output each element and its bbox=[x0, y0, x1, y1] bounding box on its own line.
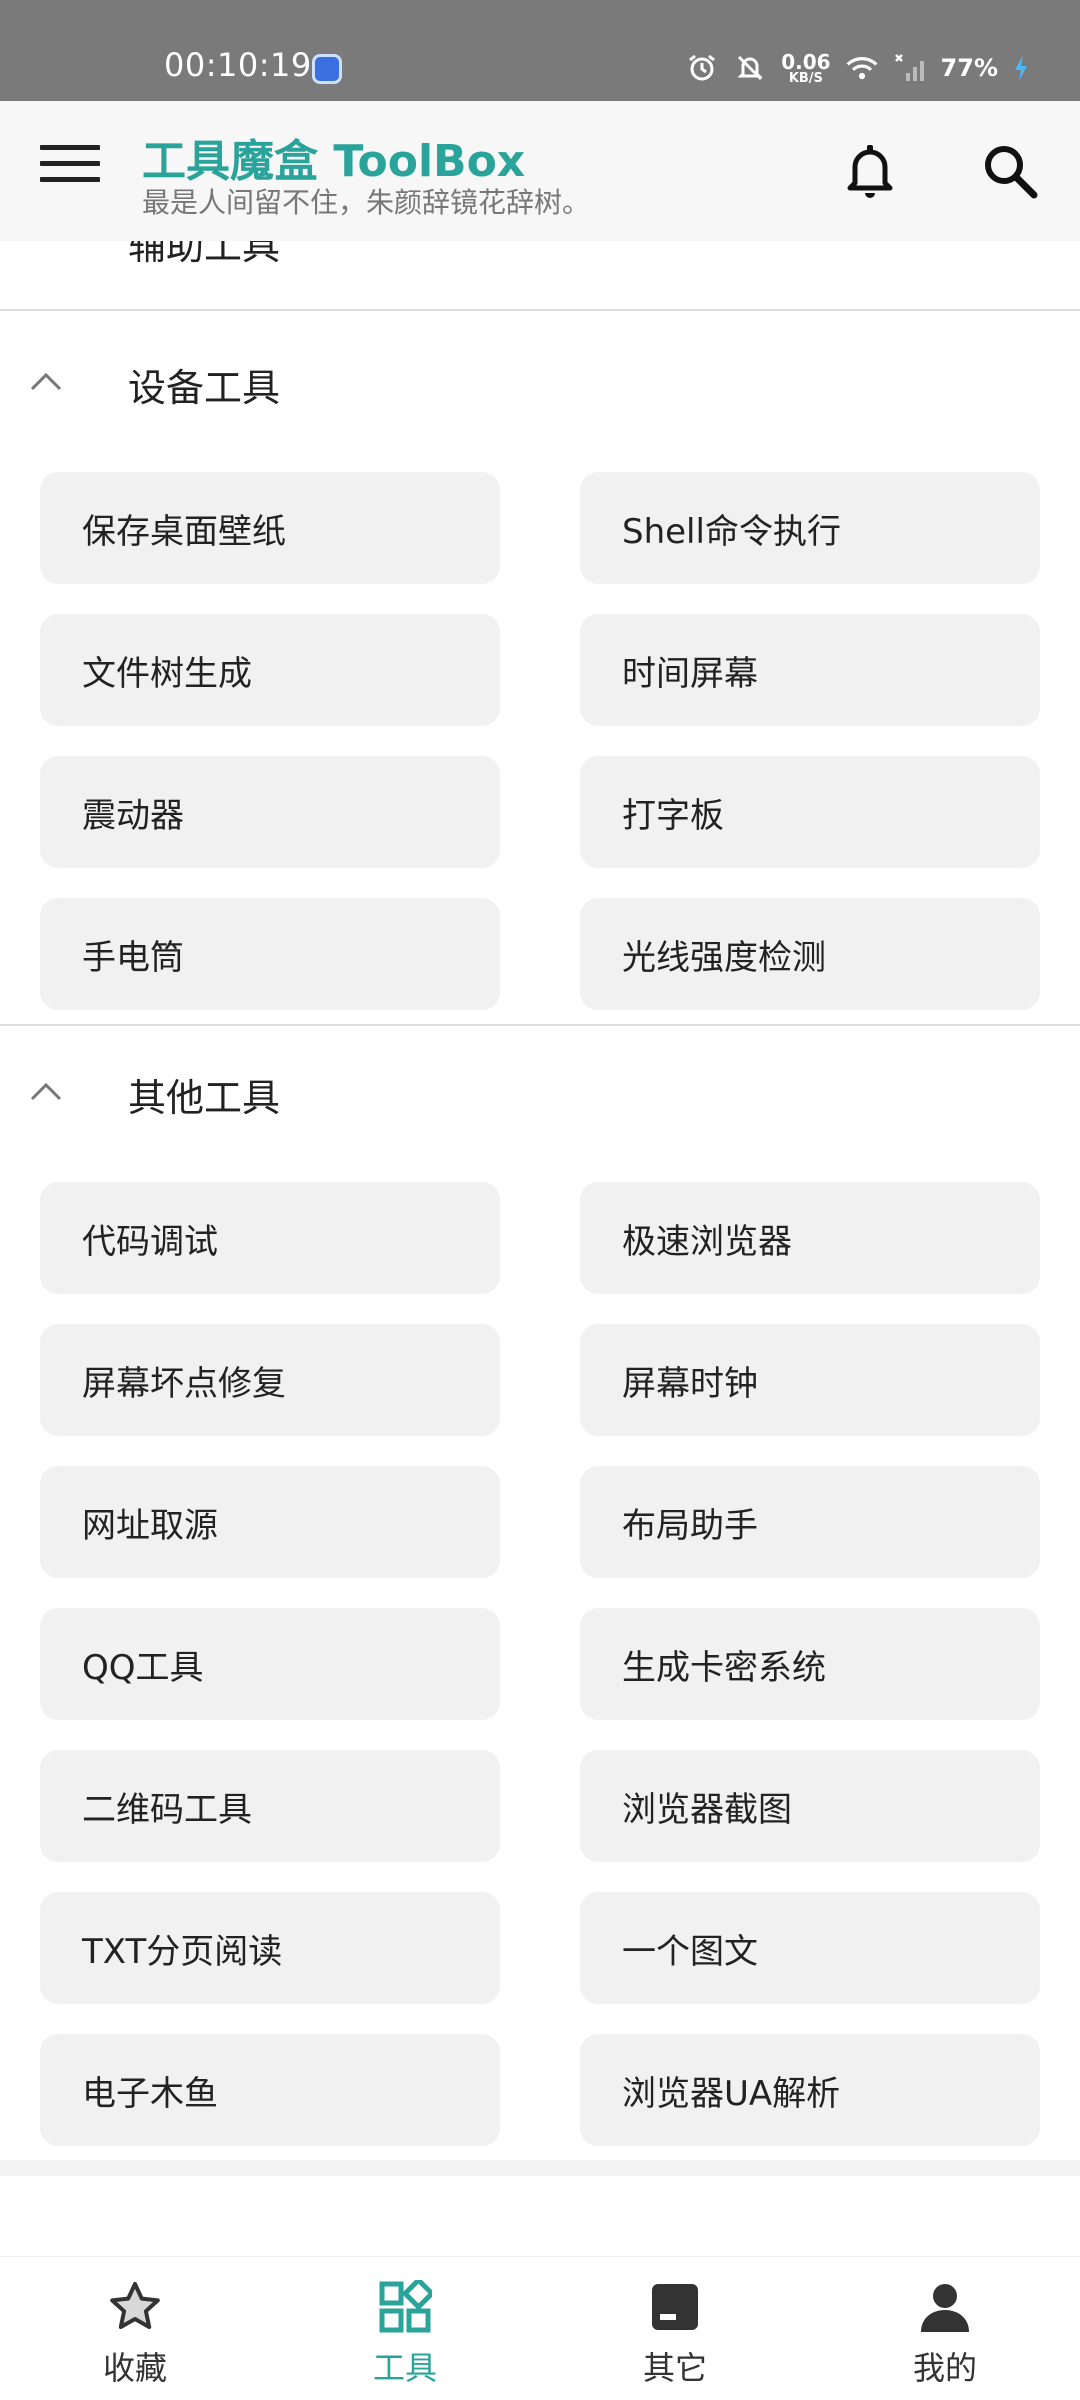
tool-button[interactable]: 生成卡密系统 bbox=[580, 1608, 1040, 1720]
tool-button[interactable]: 网址取源 bbox=[40, 1466, 500, 1578]
nav-label: 收藏 bbox=[102, 2349, 167, 2387]
chevron-down-icon bbox=[45, 241, 47, 242]
person-icon bbox=[917, 2279, 973, 2335]
grid-icon bbox=[377, 2279, 433, 2335]
section-title: 设备工具 bbox=[128, 366, 281, 410]
nav-item-other[interactable]: 其它 bbox=[540, 2257, 810, 2400]
tool-button[interactable]: 浏览器UA解析 bbox=[580, 2034, 1040, 2146]
tool-button[interactable]: 保存桌面壁纸 bbox=[40, 472, 500, 584]
nav-label: 其它 bbox=[642, 2349, 707, 2387]
card-icon bbox=[647, 2279, 703, 2335]
nav-label: 我的 bbox=[912, 2349, 977, 2387]
notification-app-icon bbox=[312, 54, 342, 84]
app-bar: 工具魔盒 ToolBox 最是人间留不住，朱颜辞镜花辞树。 bbox=[0, 101, 1080, 241]
tool-button[interactable]: 屏幕坏点修复 bbox=[40, 1324, 500, 1436]
star-icon bbox=[107, 2279, 163, 2335]
nav-item-favorites[interactable]: 收藏 bbox=[0, 2257, 270, 2400]
signal-icon bbox=[893, 51, 927, 85]
section-header-device[interactable]: 设备工具 bbox=[0, 313, 1080, 458]
tool-button[interactable]: 文件树生成 bbox=[40, 614, 500, 726]
mute-bell-icon bbox=[733, 51, 767, 85]
tool-button[interactable]: TXT分页阅读 bbox=[40, 1892, 500, 2004]
tool-button[interactable]: 时间屏幕 bbox=[580, 614, 1040, 726]
tool-button[interactable]: QQ工具 bbox=[40, 1608, 500, 1720]
nav-item-profile[interactable]: 我的 bbox=[810, 2257, 1080, 2400]
tool-button[interactable]: 光线强度检测 bbox=[580, 898, 1040, 1010]
tool-button[interactable]: 打字板 bbox=[580, 756, 1040, 868]
net-speed-unit: KB/S bbox=[788, 70, 823, 86]
net-speed-value: 0.06 bbox=[781, 49, 831, 74]
tool-button[interactable]: 震动器 bbox=[40, 756, 500, 868]
bell-icon[interactable] bbox=[840, 139, 900, 203]
tool-button[interactable]: 极速浏览器 bbox=[580, 1182, 1040, 1294]
app-subtitle: 最是人间留不住，朱颜辞镜花辞树。 bbox=[142, 186, 591, 219]
charging-icon bbox=[1012, 51, 1030, 85]
bottom-nav: 收藏 工具 其它 我的 bbox=[0, 2256, 1080, 2400]
chevron-up-icon bbox=[30, 372, 62, 391]
status-time: 00:10:19 bbox=[164, 46, 312, 84]
nav-item-tools[interactable]: 工具 bbox=[270, 2257, 540, 2400]
tool-button[interactable]: 屏幕时钟 bbox=[580, 1324, 1040, 1436]
alarm-icon bbox=[685, 51, 719, 85]
section-title: 其他工具 bbox=[128, 1076, 281, 1120]
tool-button[interactable]: 浏览器截图 bbox=[580, 1750, 1040, 1862]
tool-button[interactable]: 二维码工具 bbox=[40, 1750, 500, 1862]
tool-list[interactable]: 辅助工具 设备工具 保存桌面壁纸 Shell命令执行 文件树生成 时间屏幕 震动… bbox=[0, 241, 1080, 2176]
section-header-assist[interactable]: 辅助工具 bbox=[0, 241, 1080, 311]
tool-button[interactable]: 一个图文 bbox=[580, 1892, 1040, 2004]
app-title: 工具魔盒 ToolBox bbox=[142, 136, 526, 187]
net-speed: 0.06 KB/S bbox=[781, 52, 830, 85]
tool-button[interactable]: 布局助手 bbox=[580, 1466, 1040, 1578]
screen: 00:10:19 0.06 KB/S 77% 工具魔盒 ToolBox 最是人间… bbox=[0, 0, 1080, 2400]
status-bar: 00:10:19 0.06 KB/S 77% bbox=[0, 0, 1080, 101]
search-icon[interactable] bbox=[978, 139, 1042, 203]
menu-icon[interactable] bbox=[40, 145, 100, 197]
tool-button[interactable]: 电子木鱼 bbox=[40, 2034, 500, 2146]
chevron-up-icon bbox=[30, 1082, 62, 1101]
wifi-icon bbox=[845, 51, 879, 85]
tool-button[interactable]: 手电筒 bbox=[40, 898, 500, 1010]
status-icons: 0.06 KB/S 77% bbox=[685, 48, 1030, 88]
tool-button[interactable]: Shell命令执行 bbox=[580, 472, 1040, 584]
nav-label: 工具 bbox=[372, 2349, 437, 2387]
battery-level: 77% bbox=[940, 54, 998, 82]
section-header-other[interactable]: 其他工具 bbox=[0, 1023, 1080, 1168]
section-title: 辅助工具 bbox=[128, 241, 281, 268]
tool-button[interactable]: 代码调试 bbox=[40, 1182, 500, 1294]
list-bottom-strip bbox=[0, 2160, 1080, 2176]
